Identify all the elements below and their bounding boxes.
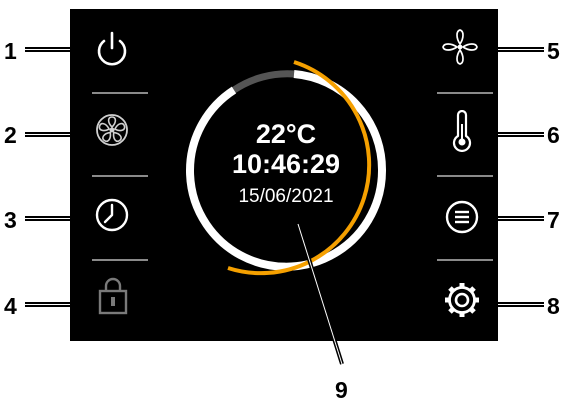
callout-8: 8	[547, 293, 560, 319]
date-readout: 15/06/2021	[238, 186, 334, 207]
fan-icon[interactable]	[95, 113, 129, 147]
callout-9: 9	[335, 377, 348, 403]
callout-1: 1	[4, 38, 17, 64]
callout-4: 4	[4, 293, 17, 319]
right-divider-3	[437, 259, 493, 261]
left-divider-2	[92, 175, 148, 177]
callout-5: 5	[547, 38, 560, 64]
right-divider-2	[437, 175, 493, 177]
callout-6: 6	[547, 122, 560, 148]
right-divider-1	[437, 92, 493, 94]
temperature-readout: 22°C	[255, 119, 317, 149]
fan-icon[interactable]	[442, 27, 478, 67]
callout-line-9	[296, 223, 344, 365]
time-readout: 10:46:29	[231, 149, 341, 179]
power-icon[interactable]	[94, 30, 130, 68]
left-divider-3	[92, 259, 148, 261]
menu-icon[interactable]	[444, 199, 480, 235]
clock-icon[interactable]	[94, 197, 130, 233]
left-divider-1	[92, 92, 148, 94]
callout-2: 2	[4, 122, 17, 148]
callout-3: 3	[4, 207, 17, 233]
gear-icon[interactable]	[443, 281, 481, 319]
lock-icon[interactable]	[97, 276, 129, 316]
thermometer-icon[interactable]	[452, 110, 472, 152]
callout-7: 7	[547, 207, 560, 233]
